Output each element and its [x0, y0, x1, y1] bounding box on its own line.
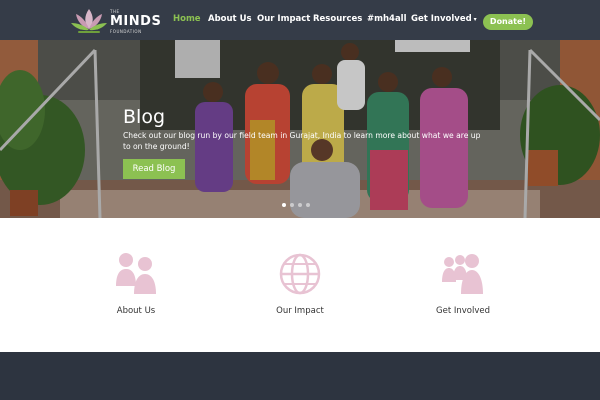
nav-item-our-impact[interactable]: Our Impact — [257, 14, 310, 24]
read-blog-button[interactable]: Read Blog — [123, 159, 185, 179]
globe-icon — [279, 253, 321, 295]
nav-get-involved-label: Get Involved — [411, 14, 472, 24]
nav-item-home[interactable]: Home — [173, 14, 201, 24]
donate-button[interactable]: Donate! — [483, 14, 533, 30]
nav-item-resources[interactable]: Resources — [313, 14, 362, 24]
hero-title: Blog — [123, 106, 165, 128]
slider-dot[interactable] — [290, 203, 294, 207]
site-footer — [0, 352, 600, 400]
feature-section: About Us Our Impact Get Involved — [0, 218, 600, 352]
people-icon — [116, 253, 156, 294]
feature-label: Get Involved — [436, 306, 490, 316]
site-header: THE MINDS FOUNDATION Home About Us Our I… — [0, 0, 600, 40]
slider-dot[interactable] — [282, 203, 286, 207]
slider-dot[interactable] — [306, 203, 310, 207]
slider-dot[interactable] — [298, 203, 302, 207]
nav-item-get-involved[interactable]: Get Involved ▾ — [411, 14, 477, 24]
chevron-down-icon: ▾ — [473, 16, 477, 23]
feature-get-involved[interactable]: Get Involved — [383, 218, 543, 352]
hero-overlay — [0, 40, 600, 218]
feature-label: About Us — [116, 306, 156, 316]
logo-foundation-text: FOUNDATION — [110, 29, 142, 34]
group-icon — [442, 254, 483, 294]
feature-about-us[interactable]: About Us — [56, 218, 216, 352]
nav-item-about-us[interactable]: About Us — [208, 14, 252, 24]
feature-our-impact[interactable]: Our Impact — [220, 218, 380, 352]
hero-slider: Blog Check out our blog run by our field… — [0, 40, 600, 218]
feature-label: Our Impact — [276, 306, 324, 316]
nav-item-mh4all[interactable]: #mh4all — [367, 14, 407, 24]
hero-subtitle: Check out our blog run by our field team… — [123, 131, 481, 151]
